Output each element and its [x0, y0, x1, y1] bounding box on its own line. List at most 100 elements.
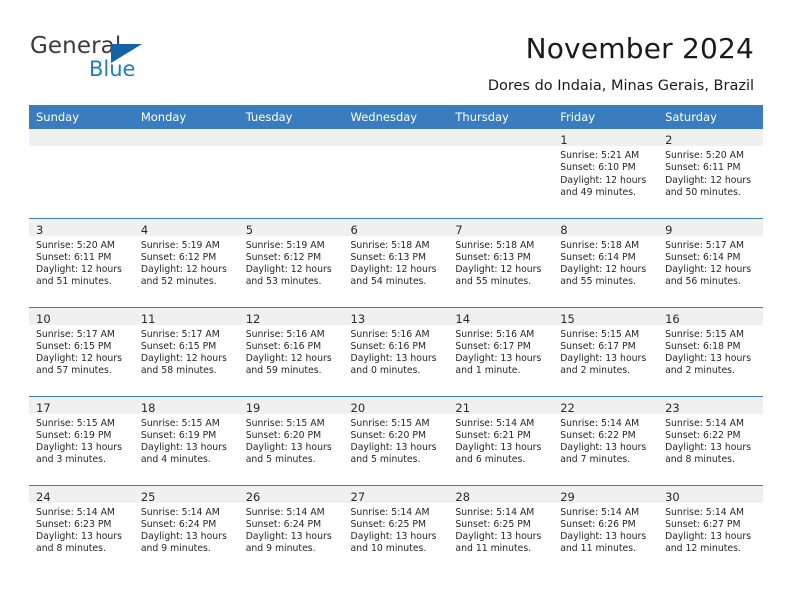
day-number: 3: [36, 222, 44, 237]
calendar-day-cell[interactable]: 17 Sunrise: 5:15 AM Sunset: 6:19 PM Dayligh…: [29, 395, 134, 485]
day-number: 6: [350, 222, 358, 237]
daylight-duration-line1: Daylight: 13 hours: [665, 353, 752, 364]
sunrise-time: Sunrise: 5:16 AM: [455, 328, 535, 340]
calendar-day-cell[interactable]: 22 Sunrise: 5:14 AM Sunset: 6:22 PM Dayligh…: [553, 395, 659, 485]
calendar-day-cell[interactable]: 18 Sunrise: 5:15 AM Sunset: 6:19 PM Dayligh…: [133, 395, 239, 485]
calendar-day-cell[interactable]: 9 Sunrise: 5:17 AM Sunset: 6:14 PM Daylight…: [658, 217, 763, 307]
calendar-day-cell[interactable]: 4 Sunrise: 5:19 AM Sunset: 6:12 PM Daylight…: [133, 217, 239, 307]
daylight-duration-line2: and 8 minutes.: [665, 454, 735, 466]
day-number: 1: [560, 133, 568, 147]
day-number-band: 24: [29, 485, 134, 504]
daylight-duration-line1: Daylight: 13 hours: [350, 531, 437, 542]
day-details: Sunrise: 5:14 AM Sunset: 6:22 PM Daylight:…: [658, 414, 763, 467]
calendar-day-cell[interactable]: 29 Sunrise: 5:14 AM Sunset: 6:26 PM Dayligh…: [553, 484, 659, 574]
day-number-band: 15: [553, 307, 659, 326]
calendar-day-cell[interactable]: 30 Sunrise: 5:14 AM Sunset: 6:27 PM Dayligh…: [658, 484, 763, 574]
page-title: November 2024: [525, 32, 754, 65]
daylight-duration-line1: Daylight: 13 hours: [455, 353, 542, 364]
calendar-day-cell[interactable]: 12 Sunrise: 5:16 AM Sunset: 6:16 PM Dayligh…: [238, 306, 344, 396]
calendar-body: 1 Sunrise: 5:21 AM Sunset: 6:10 PM Daylight…: [29, 129, 763, 574]
daylight-duration-line1: Daylight: 12 hours: [245, 353, 332, 364]
daylight-duration-line2: and 50 minutes.: [665, 186, 741, 198]
daylight-duration-line2: and 2 minutes.: [665, 365, 735, 377]
day-details: Sunrise: 5:14 AM Sunset: 6:25 PM Daylight:…: [344, 503, 449, 556]
sunrise-time: Sunrise: 5:20 AM: [36, 239, 115, 251]
daylight-duration-line2: and 5 minutes.: [350, 454, 421, 466]
day-number: 7: [455, 222, 463, 237]
day-number: 24: [36, 489, 51, 504]
calendar-day-cell[interactable]: 21 Sunrise: 5:14 AM Sunset: 6:21 PM Dayligh…: [448, 395, 554, 485]
sunrise-time: Sunrise: 5:14 AM: [455, 417, 535, 429]
sunset-time: Sunset: 6:20 PM: [350, 429, 426, 441]
daylight-duration-line2: and 9 minutes.: [245, 543, 316, 555]
daylight-duration-line1: Daylight: 13 hours: [350, 442, 437, 453]
day-number: 23: [665, 400, 680, 415]
day-details: Sunrise: 5:15 AM Sunset: 6:17 PM Daylight:…: [553, 325, 658, 378]
daylight-duration-line2: and 3 minutes.: [36, 454, 106, 466]
day-number: 10: [36, 311, 51, 326]
calendar-day-cell[interactable]: 8 Sunrise: 5:18 AM Sunset: 6:14 PM Daylight…: [553, 217, 659, 307]
calendar-day-cell[interactable]: 5 Sunrise: 5:19 AM Sunset: 6:12 PM Daylight…: [238, 217, 344, 307]
calendar-week-row: 1 Sunrise: 5:21 AM Sunset: 6:10 PM Daylight…: [29, 129, 763, 218]
day-details: Sunrise: 5:14 AM Sunset: 6:23 PM Daylight:…: [29, 503, 134, 556]
day-details: Sunrise: 5:19 AM Sunset: 6:12 PM Daylight:…: [239, 236, 344, 289]
sunset-time: Sunset: 6:17 PM: [455, 340, 531, 352]
sunrise-time: Sunrise: 5:14 AM: [350, 506, 430, 518]
sunset-time: Sunset: 6:13 PM: [350, 251, 426, 263]
day-details: Sunrise: 5:15 AM Sunset: 6:18 PM Daylight:…: [658, 325, 763, 378]
day-details: Sunrise: 5:16 AM Sunset: 6:16 PM Daylight:…: [344, 325, 449, 378]
calendar-day-cell[interactable]: 3 Sunrise: 5:20 AM Sunset: 6:11 PM Daylight…: [29, 217, 134, 307]
sunrise-time: Sunrise: 5:14 AM: [665, 417, 745, 429]
calendar-day-cell[interactable]: 2 Sunrise: 5:20 AM Sunset: 6:11 PM Daylight…: [658, 129, 763, 218]
calendar-week-row: 24 Sunrise: 5:14 AM Sunset: 6:23 PM Dayligh…: [29, 484, 763, 574]
calendar-header-row: Sunday Monday Tuesday Wednesday Thursday Frid…: [29, 105, 763, 129]
day-number: 29: [560, 489, 575, 504]
calendar-day-cell[interactable]: 25 Sunrise: 5:14 AM Sunset: 6:24 PM Dayligh…: [133, 484, 239, 574]
calendar-day-cell[interactable]: 1 Sunrise: 5:21 AM Sunset: 6:10 PM Daylight…: [553, 129, 659, 218]
calendar-day-cell[interactable]: 14 Sunrise: 5:16 AM Sunset: 6:17 PM Dayligh…: [448, 306, 554, 396]
calendar-day-cell[interactable]: 11 Sunrise: 5:17 AM Sunset: 6:15 PM Dayligh…: [133, 306, 239, 396]
calendar-week-row: 10 Sunrise: 5:17 AM Sunset: 6:15 PM Dayligh…: [29, 306, 763, 396]
weekday-header-monday: Monday: [133, 105, 239, 129]
day-number: 9: [665, 222, 673, 237]
daylight-duration-line1: Daylight: 13 hours: [140, 442, 227, 453]
sunset-time: Sunset: 6:22 PM: [560, 429, 636, 441]
day-details: [239, 146, 344, 150]
day-details: Sunrise: 5:18 AM Sunset: 6:13 PM Daylight:…: [344, 236, 449, 289]
calendar-day-cell[interactable]: 23 Sunrise: 5:14 AM Sunset: 6:22 PM Dayligh…: [658, 395, 763, 485]
day-details: Sunrise: 5:14 AM Sunset: 6:24 PM Daylight:…: [134, 503, 239, 556]
day-number-band: 3: [29, 218, 134, 237]
day-details: [29, 146, 134, 150]
day-details: Sunrise: 5:21 AM Sunset: 6:10 PM Daylight:…: [553, 146, 658, 199]
calendar-day-cell[interactable]: 6 Sunrise: 5:18 AM Sunset: 6:13 PM Daylight…: [343, 217, 449, 307]
daylight-duration-line2: and 54 minutes.: [350, 276, 427, 288]
calendar-day-cell[interactable]: 15 Sunrise: 5:15 AM Sunset: 6:17 PM Dayligh…: [553, 306, 659, 396]
calendar-day-cell[interactable]: 24 Sunrise: 5:14 AM Sunset: 6:23 PM Dayligh…: [29, 484, 134, 574]
page-header: General Blue November 2024 Dores do Inda…: [0, 0, 792, 104]
calendar-day-cell[interactable]: 27 Sunrise: 5:14 AM Sunset: 6:25 PM Dayligh…: [343, 484, 449, 574]
weekday-header-thursday: Thursday: [448, 105, 554, 129]
page-subtitle-location: Dores do Indaia, Minas Gerais, Brazil: [487, 78, 754, 94]
calendar-day-cell[interactable]: 16 Sunrise: 5:15 AM Sunset: 6:18 PM Dayligh…: [658, 306, 763, 396]
calendar-day-cell[interactable]: 20 Sunrise: 5:15 AM Sunset: 6:20 PM Dayligh…: [343, 395, 449, 485]
calendar-day-cell[interactable]: 28 Sunrise: 5:14 AM Sunset: 6:25 PM Dayligh…: [448, 484, 554, 574]
calendar-day-cell[interactable]: 10 Sunrise: 5:17 AM Sunset: 6:15 PM Dayligh…: [29, 306, 134, 396]
sunset-time: Sunset: 6:25 PM: [350, 518, 426, 530]
calendar-day-cell[interactable]: 7 Sunrise: 5:18 AM Sunset: 6:13 PM Daylight…: [448, 217, 554, 307]
day-number: 30: [665, 489, 680, 504]
calendar-day-cell[interactable]: 26 Sunrise: 5:14 AM Sunset: 6:24 PM Dayligh…: [238, 484, 344, 574]
daylight-duration-line1: Daylight: 13 hours: [350, 353, 437, 364]
daylight-duration-line2: and 1 minute.: [455, 365, 521, 377]
day-number-band: 22: [553, 396, 659, 415]
weekday-header-saturday: Saturday: [658, 105, 763, 129]
sunrise-time: Sunrise: 5:16 AM: [245, 328, 325, 340]
weekday-header-row: Sunday Monday Tuesday Wednesday Thursday Frid…: [29, 105, 763, 129]
general-blue-logo[interactable]: General Blue: [30, 33, 220, 89]
sunrise-time: Sunrise: 5:17 AM: [665, 239, 745, 251]
sunset-time: Sunset: 6:24 PM: [245, 518, 322, 530]
calendar-day-cell[interactable]: 13 Sunrise: 5:16 AM Sunset: 6:16 PM Dayligh…: [343, 306, 449, 396]
day-number: 11: [140, 311, 156, 326]
calendar-day-cell[interactable]: 19 Sunrise: 5:15 AM Sunset: 6:20 PM Dayligh…: [238, 395, 344, 485]
sunset-time: Sunset: 6:25 PM: [455, 518, 531, 530]
daylight-duration-line1: Daylight: 13 hours: [560, 531, 647, 542]
